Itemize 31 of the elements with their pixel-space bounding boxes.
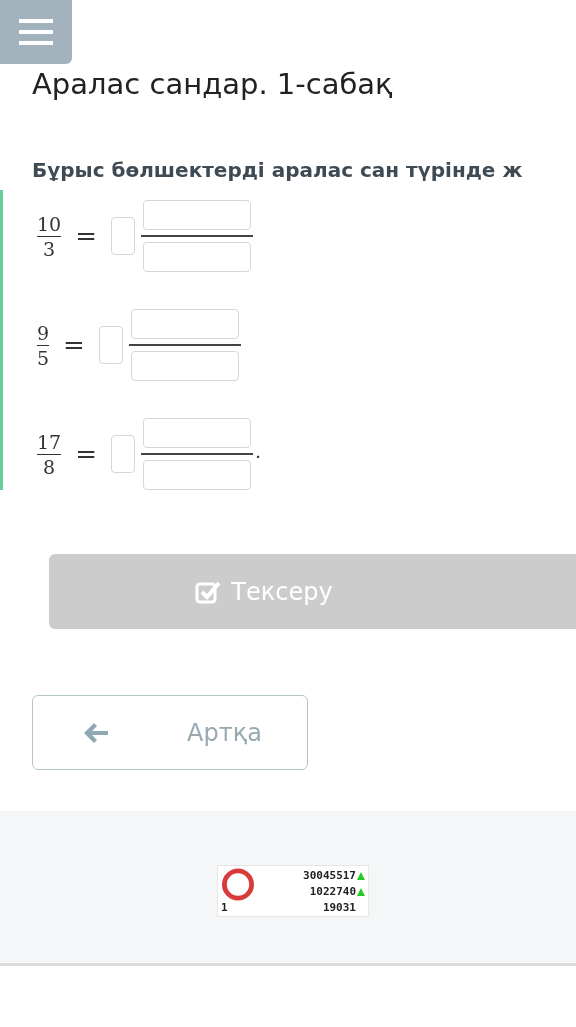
counter-rank: 1 [221,901,229,914]
numerator: 10 [37,211,62,236]
back-button[interactable]: Артқа [32,695,308,770]
lesson-title: Аралас сандар. 1-сабақ [32,66,394,103]
menu-button[interactable] [0,0,72,64]
counter-value: 30045517 [303,868,356,884]
arrow-left-icon [83,721,109,744]
whole-part-field[interactable] [111,217,135,255]
whole-part-field[interactable] [111,435,135,473]
checkbox-icon [195,579,222,604]
numerator: 17 [37,429,62,454]
numerator-field[interactable] [143,418,251,448]
equals-sign: = [63,330,85,360]
denominator-field[interactable] [143,460,251,490]
denominator-field[interactable] [143,242,251,272]
denominator: 5 [37,345,50,370]
period: . [255,440,262,462]
equals-sign: = [75,439,97,469]
counter-value: 19031 [322,900,356,916]
numerator-field[interactable] [130,309,239,339]
ring-icon [221,868,255,901]
denominator-field[interactable] [130,351,239,381]
numerator: 9 [37,320,50,345]
instruction-text: Бұрыс бөлшектерді аралас сан түрінде ж [32,158,524,182]
equals-sign: = [75,221,97,251]
numerator-field[interactable] [143,200,251,230]
menu-icon [19,19,53,45]
whole-part-field[interactable] [98,326,123,364]
denominator: 8 [43,454,56,479]
denominator: 3 [43,236,56,261]
counter-value: 1022740 [309,884,356,900]
